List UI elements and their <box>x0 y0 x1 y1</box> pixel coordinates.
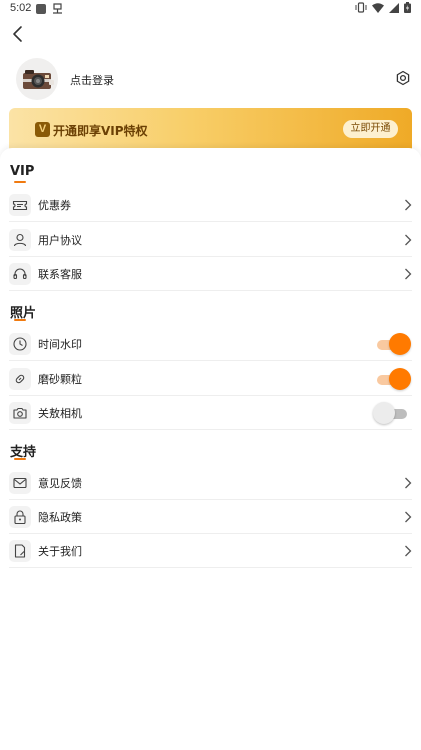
chevron-right-icon <box>405 545 412 557</box>
chevron-right-icon <box>405 477 412 489</box>
section-underline <box>14 181 26 183</box>
signal-icon <box>389 2 399 16</box>
row-label: 优惠券 <box>38 199 71 212</box>
section-underline <box>14 458 26 460</box>
toggle-thumb <box>389 368 411 390</box>
row-privacy-policy[interactable]: 隐私政策 <box>9 500 412 534</box>
toggle-thumb <box>389 333 411 355</box>
row-time-watermark[interactable]: 时间水印 <box>9 327 412 361</box>
gear-icon <box>396 70 410 86</box>
row-user-agreement[interactable]: 用户协议 <box>9 223 412 257</box>
frosted-grain-toggle[interactable] <box>375 368 411 390</box>
time-watermark-toggle[interactable] <box>375 333 411 355</box>
section-underline <box>14 319 26 321</box>
app-notification-icon <box>52 3 63 17</box>
link-icon <box>9 368 31 390</box>
row-label: 时间水印 <box>38 338 82 351</box>
section-title-vip: VIP <box>10 164 35 179</box>
row-shutter-camera[interactable]: 关敖相机 <box>9 396 412 430</box>
clock-icon <box>9 333 31 355</box>
row-about-us[interactable]: 关于我们 <box>9 534 412 568</box>
back-button[interactable] <box>8 24 28 44</box>
vip-banner-text: 开通即享VIP特权 <box>53 124 148 138</box>
vibrate-icon <box>355 2 367 16</box>
row-coupons[interactable]: 优惠券 <box>9 188 412 222</box>
open-vip-button[interactable]: 立即开通 <box>343 120 398 138</box>
chevron-right-icon <box>405 234 412 246</box>
user-icon <box>9 229 31 251</box>
login-link[interactable]: 点击登录 <box>70 72 114 88</box>
chevron-right-icon <box>405 511 412 523</box>
row-feedback[interactable]: 意见反馈 <box>9 466 412 500</box>
headset-icon <box>9 263 31 285</box>
mail-icon <box>9 472 31 494</box>
row-label: 用户协议 <box>38 234 82 247</box>
battery-icon <box>404 2 411 16</box>
lock-icon <box>9 506 31 528</box>
row-label: 关于我们 <box>38 545 82 558</box>
ticket-icon <box>9 194 31 216</box>
camera-avatar-icon <box>23 70 54 89</box>
wifi-icon <box>372 2 384 16</box>
settings-card: VIP 优惠券 用户协议 联系客服 照片 时间水印 磨砂颗粒 关敖相机 支持 意… <box>0 148 421 750</box>
chevron-right-icon <box>405 199 412 211</box>
chevron-left-icon <box>13 26 22 42</box>
shutter-camera-toggle[interactable] <box>373 402 411 424</box>
toggle-thumb <box>373 402 395 424</box>
row-label: 磨砂颗粒 <box>38 373 82 386</box>
row-customer-service[interactable]: 联系客服 <box>9 257 412 291</box>
status-bar: 5:02 <box>0 0 421 18</box>
chevron-right-icon <box>405 268 412 280</box>
status-time: 5:02 <box>10 2 32 14</box>
document-icon <box>9 540 31 562</box>
camera-icon <box>9 402 31 424</box>
settings-button[interactable] <box>394 69 412 87</box>
notification-icon <box>36 3 46 17</box>
row-label: 意见反馈 <box>38 477 82 490</box>
vip-logo-icon: V <box>35 122 50 137</box>
row-label: 隐私政策 <box>38 511 82 524</box>
row-label: 联系客服 <box>38 268 82 281</box>
row-label: 关敖相机 <box>38 407 82 420</box>
avatar[interactable] <box>16 58 58 100</box>
row-frosted-grain[interactable]: 磨砂颗粒 <box>9 362 412 396</box>
